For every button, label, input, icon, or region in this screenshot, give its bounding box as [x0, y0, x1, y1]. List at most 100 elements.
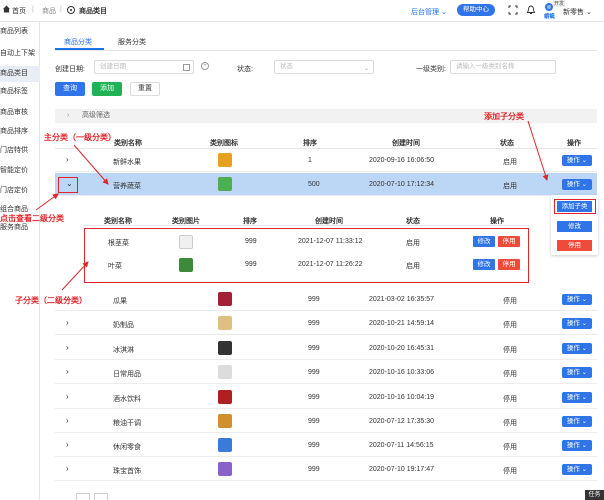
berry-icon: [218, 292, 232, 306]
row-ops-button[interactable]: 操作 ⌄: [562, 318, 592, 329]
drink-icon: [218, 390, 232, 404]
edit-menu-item[interactable]: 修改: [557, 221, 592, 232]
sidebar-item-store-pricing[interactable]: 门店定价: [0, 183, 40, 199]
query-button[interactable]: 查询: [55, 82, 85, 96]
chevron-right-icon: ›: [67, 112, 70, 119]
sidebar-item-goods-list[interactable]: 商品列表: [0, 24, 40, 40]
advanced-filter-label: 高级筛选: [82, 112, 110, 119]
sidebar-item-goods-review[interactable]: 商品审核: [0, 105, 40, 121]
pagination-page[interactable]: [94, 493, 108, 500]
ops-label: 操作: [566, 442, 580, 449]
row-ops-button[interactable]: 操作 ⌄: [562, 440, 592, 451]
category-name-input[interactable]: 请输入一级类别名称: [450, 60, 556, 74]
status-select[interactable]: 状态 ⌄: [274, 60, 374, 74]
chevron-right-icon[interactable]: ›: [66, 392, 69, 401]
category-status: 停用: [503, 347, 517, 354]
chevron-right-icon[interactable]: ›: [66, 367, 69, 376]
category-created: 2021-03-02 16:35:57: [369, 296, 434, 303]
category-created: 2020-07-11 14:56:15: [369, 442, 434, 449]
chevron-right-icon[interactable]: ›: [66, 155, 69, 164]
category-name: 粮油干调: [113, 420, 141, 427]
tab-service-category[interactable]: 服务分类: [118, 37, 146, 47]
help-center-button[interactable]: 帮助中心: [457, 4, 495, 16]
task-button[interactable]: 任务: [585, 490, 604, 500]
row-ops-button[interactable]: 操作 ⌄: [562, 343, 592, 354]
category-sort: 999: [308, 369, 320, 376]
category-status: 启用: [503, 183, 517, 190]
category-label: 一级类别:: [416, 66, 446, 73]
breadcrumb-separator: |: [60, 6, 62, 13]
category-name: 奶制品: [113, 322, 134, 329]
category-name: 冰淇淋: [113, 347, 134, 354]
brand-name: 蜻蜓: [544, 14, 556, 20]
row-ops-button[interactable]: 操作 ⌄: [562, 392, 592, 403]
sidebar-item-goods-sort[interactable]: 商品排序: [0, 124, 40, 140]
add-button[interactable]: 添加: [92, 82, 122, 96]
category-sort: 1: [308, 157, 312, 164]
dairy-icon: [218, 316, 232, 330]
sidebar-item-goods-category[interactable]: 商品类目: [0, 66, 40, 82]
home-icon[interactable]: [3, 5, 10, 13]
ops-label: 操作: [566, 157, 580, 164]
category-created: 2020-07-12 17:35:30: [369, 418, 434, 425]
table-row: › 酒水饮料 999 2020-10-16 10:04:19 停用 操作 ⌄: [55, 386, 597, 409]
col-header-icon: 类别图标: [210, 140, 238, 147]
chevron-right-icon[interactable]: ›: [66, 440, 69, 449]
category-status: 停用: [503, 322, 517, 329]
category-sort: 999: [308, 345, 320, 352]
created-date-input[interactable]: 创建日期: [94, 60, 194, 74]
row-ops-button[interactable]: 操作 ⌄: [562, 464, 592, 475]
chevron-right-icon[interactable]: ›: [66, 416, 69, 425]
expand-icon[interactable]: [508, 5, 518, 15]
category-sort: 999: [308, 418, 320, 425]
table-row: › 休闲零食 999 2020-07-11 14:56:15 停用 操作 ⌄: [55, 434, 597, 457]
status-label: 状态:: [237, 66, 253, 73]
add-circle-icon[interactable]: +: [201, 62, 209, 70]
col-header-created: 创建时间: [392, 140, 420, 147]
row-ops-button[interactable]: 操作 ⌄: [562, 155, 592, 166]
vegetable-icon: [218, 177, 232, 191]
table-row: › 日常用品 999 2020-10-16 10:33:06 停用 操作 ⌄: [55, 361, 597, 384]
breadcrumb-home[interactable]: 首页: [12, 6, 26, 16]
breadcrumb-goods[interactable]: 商品: [42, 6, 56, 16]
chevron-right-icon[interactable]: ›: [66, 464, 69, 473]
ops-label: 操作: [566, 418, 580, 425]
category-created: 2020-10-20 16:45:31: [369, 345, 434, 352]
col-header-status: 状态: [500, 140, 514, 147]
sidebar-item-auto-listing[interactable]: 自动上下架: [0, 46, 40, 62]
row-ops-button[interactable]: 操作 ⌄: [562, 367, 592, 378]
jewelry-icon: [218, 462, 232, 476]
row-ops-button[interactable]: 操作 ⌄: [562, 179, 592, 190]
tab-goods-category[interactable]: 商品分类: [64, 37, 92, 47]
sidebar-item-smart-pricing[interactable]: 智能定价: [0, 163, 40, 179]
admin-menu[interactable]: 后台管理 ⌄: [411, 7, 447, 17]
category-sort: 999: [308, 466, 320, 473]
sidebar-item-goods-tags[interactable]: 商品标签: [0, 84, 40, 100]
table-row: › 瓜果 999 2021-03-02 16:35:57 停用 操作 ⌄: [55, 288, 597, 311]
sidebar-item-store-special[interactable]: 门店特供: [0, 143, 40, 159]
sidebar: 商品列表 自动上下架 商品类目 商品标签 商品审核 商品排序 门店特供 智能定价…: [0, 22, 40, 500]
chevron-right-icon[interactable]: ›: [66, 343, 69, 352]
row-ops-button[interactable]: 操作 ⌄: [562, 294, 592, 305]
category-created: 2020-10-16 10:04:19: [369, 394, 434, 401]
category-sort: 999: [308, 296, 320, 303]
chevron-down-icon: ⌄: [440, 9, 447, 16]
store-switcher[interactable]: 新零售 ⌄: [563, 7, 592, 17]
pagination-page[interactable]: [76, 493, 90, 500]
admin-menu-label: 后台管理: [411, 9, 439, 16]
store-label: 新零售: [563, 9, 584, 16]
disable-menu-item[interactable]: 停用: [557, 240, 592, 251]
grain-icon: [218, 414, 232, 428]
annotation-sub-category: 子分类（二级分类）: [15, 296, 87, 305]
category-status: 停用: [503, 396, 517, 403]
category-name: 休闲零食: [113, 444, 141, 451]
chevron-right-icon[interactable]: ›: [66, 318, 69, 327]
table-row: ⌄ 营养蔬菜 500 2020-07-10 17:12:34 启用 操作 ⌄: [55, 173, 597, 196]
bell-icon[interactable]: [526, 5, 536, 15]
expand-highlight-box: [58, 177, 78, 193]
table-row: › 珠宝首饰 999 2020-07-10 19:17:47 停用 操作 ⌄: [55, 458, 597, 481]
reset-button[interactable]: 重置: [130, 82, 160, 96]
top-bar: 首页 | 商品 | 商品类目 后台管理 ⌄ 帮助中心 开发 蜻蜓 新零售 ⌄: [0, 0, 604, 22]
category-sort: 999: [308, 442, 320, 449]
row-ops-button[interactable]: 操作 ⌄: [562, 416, 592, 427]
